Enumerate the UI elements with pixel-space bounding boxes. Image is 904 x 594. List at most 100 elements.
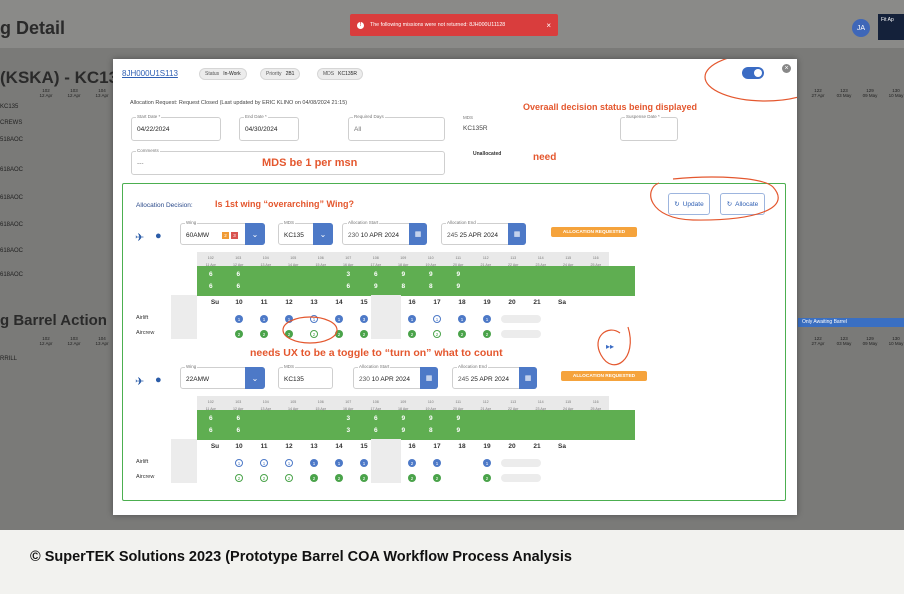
gantt-col-num: 106 — [317, 256, 324, 260]
aircrew-count[interactable]: 2 — [433, 330, 441, 338]
airlift-count[interactable]: 1 — [285, 315, 293, 323]
mds-field-value: KC135R — [463, 125, 488, 132]
comments-label: Comments — [136, 148, 160, 153]
person-icon: ● — [155, 374, 162, 386]
start-date-field[interactable]: Start Date * 04/22/2024 — [131, 114, 221, 141]
aircrew-count[interactable]: 2 — [408, 474, 416, 482]
toast-close-icon[interactable]: × — [546, 21, 551, 30]
aircrew-count[interactable]: 2 — [235, 330, 243, 338]
allocation-gantt: 102 11 Apr 103 12 Apr 104 13 Apr 105 14 Apr 106 1… — [197, 396, 635, 440]
annotation-mds: MDS be 1 per msn — [262, 157, 358, 169]
gantt-col-header: 105 14 Apr — [280, 252, 308, 267]
gantt-col-header: 102 11 Apr — [197, 396, 225, 411]
aircrew-count[interactable]: 2 — [483, 474, 491, 482]
wing-select[interactable]: Wing 22AMW ⌄ — [180, 364, 265, 389]
gantt-col-header: 108 17 Apr — [362, 252, 390, 267]
airlift-count[interactable]: 1 — [458, 315, 466, 323]
airlift-count[interactable]: 1 — [408, 315, 416, 323]
calendar-icon[interactable]: ▦ — [420, 367, 438, 389]
airlift-count[interactable]: 1 — [310, 315, 318, 323]
empty-slot — [501, 330, 541, 338]
bg-col-date: 13 Apr — [95, 93, 109, 98]
aircraft-title: (KSKA) - KC135 — [0, 68, 128, 87]
background-column-header: 104 13 Apr — [90, 88, 114, 98]
aircrew-count[interactable]: 2 — [360, 474, 368, 482]
airlift-count[interactable]: 1 — [260, 459, 268, 467]
background-column-header: 103 12 Apr — [62, 336, 86, 346]
aircrew-count[interactable]: 2 — [310, 330, 318, 338]
fast-forward-icon[interactable]: ▸▸ — [606, 342, 614, 351]
top-action-button[interactable]: Fit Ap — [878, 14, 904, 40]
allocation-end-field[interactable]: Allocation End 245 25 APR 2024 ▦ — [452, 364, 537, 389]
gantt-col-num: 116 — [592, 400, 599, 404]
airlift-count[interactable]: 1 — [260, 315, 268, 323]
awaiting-barrel-tab[interactable]: Only Awaiting Barrel — [798, 318, 904, 327]
bg-col-date: 12 Apr — [39, 341, 53, 346]
aircrew-count[interactable]: 2 — [458, 330, 466, 338]
airlift-count[interactable]: 1 — [235, 459, 243, 467]
mds-select[interactable]: MDS KC135 ⌄ — [278, 220, 333, 245]
aircrew-count[interactable]: 2 — [260, 330, 268, 338]
airlift-count[interactable]: 1 — [433, 459, 441, 467]
update-button[interactable]: ↻ Update — [668, 193, 710, 215]
mds-pill: MDS KC135R — [317, 68, 364, 80]
airlift-count[interactable]: 1 — [433, 315, 441, 323]
mds-select[interactable]: MDS KC135 — [278, 364, 333, 389]
calendar-icon[interactable]: ▦ — [519, 367, 537, 389]
allocation-start-field[interactable]: Allocation Start 230 10 APR 2024 ▦ — [342, 220, 427, 245]
background-column-header: 102 12 Apr — [34, 88, 58, 98]
aircrew-count[interactable]: 2 — [335, 474, 343, 482]
calendar-icon[interactable]: ▦ — [409, 223, 427, 245]
airlift-count[interactable]: 1 — [483, 315, 491, 323]
avatar[interactable]: JA — [852, 19, 870, 37]
airlift-count[interactable]: 1 — [285, 459, 293, 467]
gantt-col-num: 105 — [290, 256, 297, 260]
aircrew-count[interactable]: 2 — [310, 474, 318, 482]
chevron-down-icon[interactable]: ⌄ — [245, 223, 265, 245]
end-date-field[interactable]: End Date * 04/30/2024 — [239, 114, 299, 141]
bar-bottom-value: 6 — [236, 427, 241, 434]
allocation-start-field[interactable]: Allocation Start 230 10 APR 2024 ▦ — [353, 364, 438, 389]
airlift-count[interactable]: 1 — [335, 315, 343, 323]
gantt-col-num: 111 — [455, 256, 461, 260]
aircrew-count[interactable]: 2 — [335, 330, 343, 338]
aircrew-count[interactable]: 2 — [483, 330, 491, 338]
empty-slot — [501, 474, 541, 482]
suspense-date-field[interactable]: Suspense Date * — [620, 114, 678, 141]
airlift-count[interactable]: 1 — [310, 459, 318, 467]
wing-select[interactable]: Wing 60AMW 2 3 ⌄ — [180, 220, 265, 245]
bar-bottom-value: 3 — [346, 427, 351, 434]
annotation-need: need — [533, 152, 557, 163]
airlift-count[interactable]: 1 — [235, 315, 243, 323]
airlift-count[interactable]: 1 — [360, 459, 368, 467]
mds-value: KC135R — [338, 71, 358, 77]
bar-bottom-value — [280, 270, 308, 272]
chevron-down-icon[interactable]: ⌄ — [245, 367, 265, 389]
background-row-label: 618AOC — [0, 195, 24, 201]
calendar-icon[interactable]: ▦ — [508, 223, 526, 245]
decision-toggle[interactable] — [742, 67, 764, 79]
close-icon[interactable]: × — [782, 64, 791, 73]
allocation-end-label: Allocation End — [446, 220, 477, 225]
gantt-col-header: 104 13 Apr — [252, 252, 280, 267]
gantt-col-header: 113 22 Apr — [500, 396, 528, 411]
aircrew-count[interactable]: 2 — [235, 474, 243, 482]
airlift-count[interactable]: 3 — [360, 315, 368, 323]
aircrew-count[interactable]: 2 — [433, 474, 441, 482]
airlift-count[interactable]: 2 — [408, 459, 416, 467]
background-column-header: 103 12 Apr — [62, 88, 86, 98]
allocation-end-field[interactable]: Allocation End 245 25 APR 2024 ▦ — [441, 220, 526, 245]
aircrew-count[interactable]: 2 — [285, 330, 293, 338]
gantt-bar-cell — [500, 410, 528, 440]
mission-link[interactable]: 8JH000U1S113 — [122, 69, 178, 78]
allocate-button[interactable]: ↻ Allocate — [720, 193, 765, 215]
chevron-down-icon[interactable]: ⌄ — [313, 223, 333, 245]
required-days-field[interactable]: Required Days All — [348, 114, 445, 141]
aircrew-count[interactable]: 2 — [285, 474, 293, 482]
airlift-count[interactable]: 1 — [335, 459, 343, 467]
aircrew-count[interactable]: 2 — [408, 330, 416, 338]
aircrew-count[interactable]: 2 — [360, 330, 368, 338]
airlift-count[interactable]: 1 — [483, 459, 491, 467]
aircrew-count[interactable]: 2 — [260, 474, 268, 482]
gantt-col-header: 116 25 Apr — [582, 252, 610, 267]
